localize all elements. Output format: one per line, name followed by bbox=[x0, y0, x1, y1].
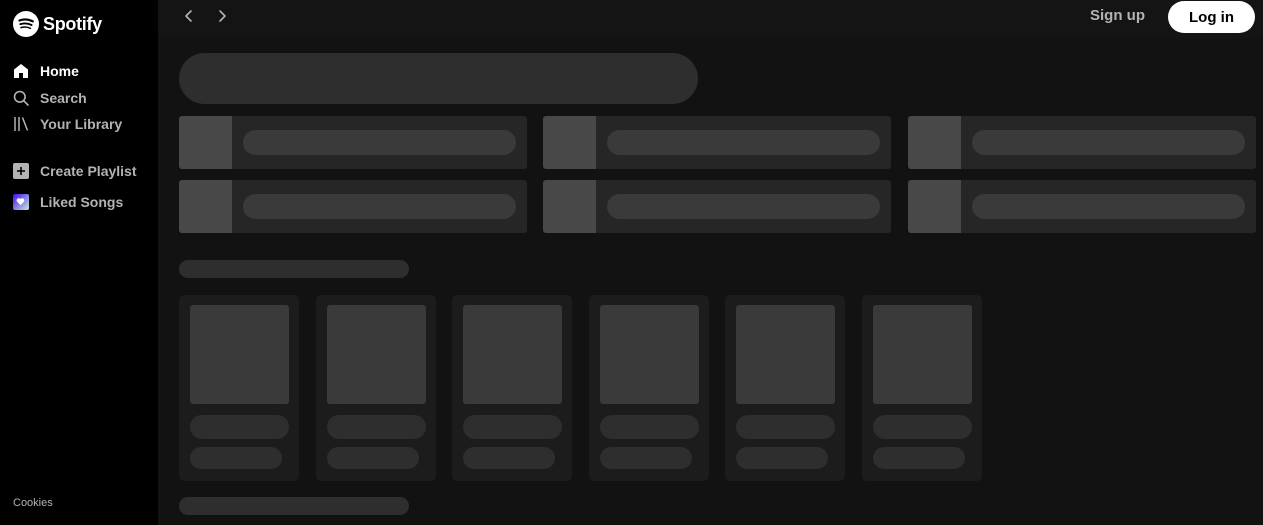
nav-search-label: Search bbox=[40, 89, 87, 106]
skeleton-shortcut-tile bbox=[908, 116, 1256, 169]
home-icon bbox=[12, 63, 29, 80]
nav-library[interactable]: Your Library bbox=[12, 111, 158, 138]
main-nav: Home Search Your Library bbox=[12, 58, 158, 138]
sidebar: Spotify Home Search Your Library Create … bbox=[0, 0, 158, 525]
skeleton-card bbox=[316, 295, 436, 481]
skeleton-shortcut-tile bbox=[543, 180, 891, 233]
nav-library-label: Your Library bbox=[40, 116, 123, 133]
nav-home-label: Home bbox=[40, 63, 79, 80]
log-in-button[interactable]: Log in bbox=[1168, 1, 1255, 33]
playlist-actions: Create Playlist Liked Songs bbox=[12, 155, 158, 217]
forward-button[interactable] bbox=[210, 4, 234, 28]
nav-search[interactable]: Search bbox=[12, 85, 158, 112]
skeleton-card bbox=[589, 295, 709, 481]
skeleton-shortcut-tile bbox=[908, 180, 1256, 233]
skeleton-card bbox=[725, 295, 845, 481]
plus-icon bbox=[12, 162, 29, 179]
sign-up-button[interactable]: Sign up bbox=[1090, 7, 1145, 24]
skeleton-section-title bbox=[179, 260, 409, 278]
heart-icon bbox=[12, 193, 29, 210]
liked-songs-button[interactable]: Liked Songs bbox=[12, 186, 158, 217]
skeleton-greeting bbox=[179, 53, 698, 104]
skeleton-card bbox=[862, 295, 982, 481]
spotify-logo-icon bbox=[13, 11, 39, 37]
cookies-link[interactable]: Cookies bbox=[13, 497, 53, 509]
brand-name: Spotify bbox=[43, 13, 102, 34]
liked-songs-label: Liked Songs bbox=[40, 193, 124, 210]
skeleton-card bbox=[179, 295, 299, 481]
skeleton-section-title bbox=[179, 497, 409, 515]
create-playlist-button[interactable]: Create Playlist bbox=[12, 155, 158, 186]
skeleton-shortcut-tile bbox=[179, 116, 527, 169]
spotify-logo[interactable]: Spotify bbox=[13, 11, 102, 37]
chevron-left-icon bbox=[185, 10, 192, 22]
back-button[interactable] bbox=[177, 4, 201, 28]
skeleton-shortcut-tile bbox=[543, 116, 891, 169]
chevron-right-icon bbox=[219, 10, 226, 22]
create-playlist-label: Create Playlist bbox=[40, 162, 137, 179]
skeleton-card bbox=[452, 295, 572, 481]
library-icon bbox=[12, 116, 29, 133]
nav-home[interactable]: Home bbox=[12, 58, 158, 85]
skeleton-shortcut-tile bbox=[179, 180, 527, 233]
search-icon bbox=[12, 89, 29, 106]
